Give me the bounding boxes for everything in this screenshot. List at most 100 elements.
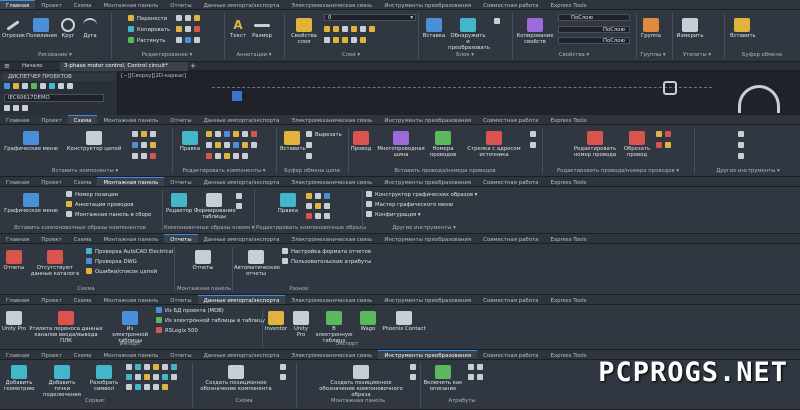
home-tab[interactable]: Начало [22,63,43,70]
other-tools[interactable] [738,153,747,161]
tab-project[interactable]: Проект [35,1,68,9]
rslogix-button[interactable]: RSLogix 500 [156,327,198,335]
symbol-builder-button[interactable]: Конструктор графических образов ▾ [366,191,477,199]
icon-menu-wizard-button[interactable]: Мастер графического меню [366,201,453,209]
balloon-button[interactable]: Номер позиции [66,191,118,199]
edit-component-tools[interactable] [206,153,251,161]
inventor-export-button[interactable]: Inventor [264,311,288,332]
paste-circuit-button[interactable]: Вставить [280,131,306,152]
panel-tools[interactable] [410,364,419,372]
create-component-tag-button[interactable]: Создать позиционное обозначение компонен… [196,365,276,392]
project-tree-tools[interactable] [4,105,31,113]
unity-pro-export-button[interactable]: Unity Pro [290,311,312,338]
tab-home[interactable]: Главная [0,0,36,9]
tab-electromech[interactable]: Электромеханическая связь [285,1,378,9]
other-tools[interactable] [738,142,747,150]
service-tools[interactable] [126,364,180,372]
missing-catalog-button[interactable]: Отсутствуют данные каталога [28,250,82,277]
panel-assembly-button[interactable]: Монтажная панель в сборе [66,211,151,219]
terminal-tools[interactable] [236,193,245,201]
tab-panel[interactable]: Монтажная панель [97,1,164,9]
tab-import-export[interactable]: Данные импорта/экспорта [198,1,286,9]
block-tools[interactable] [494,18,503,26]
from-project-db-button[interactable]: Из БД проекта (MDB) [156,307,224,315]
unity-pro-import-button[interactable]: Unity Pro [2,311,26,332]
add-connection-points-button[interactable]: Добавить точки подключения [40,365,84,398]
to-spreadsheet-button[interactable]: В электронную таблицу [314,311,354,344]
wire-edit-tools[interactable] [656,131,674,139]
electrical-audit-button[interactable]: Проверка AutoCAD Electrical [86,248,173,256]
tab-reports[interactable]: Отчеты [164,234,198,243]
footprint-tools[interactable] [306,193,333,201]
footprint-tools[interactable] [306,203,333,211]
wire-button[interactable]: Провод [350,131,372,152]
dimension-button[interactable]: Размер [250,18,274,39]
detect-convert-button[interactable]: Обнаружить и преобразовать [448,18,490,51]
project-toolbar[interactable] [4,83,76,91]
tab-schematic[interactable]: Схема [68,1,98,9]
report-format-setup-button[interactable]: Настройка формата отчетов [282,248,371,256]
edit-footprint-button[interactable]: Правка [276,193,300,214]
group-button[interactable]: Группа [638,18,664,39]
measure-button[interactable]: Измерить [676,18,704,39]
tab-conversion[interactable]: Инструменты преобразования [378,1,477,9]
tab-schematic[interactable]: Схема [67,115,98,124]
move-button[interactable]: Перенести [128,15,167,23]
schematic-tools[interactable] [280,364,289,372]
paste-button[interactable]: Вставить [730,18,756,39]
modify-tools[interactable] [176,15,203,23]
phoenix-contact-button[interactable]: Phoenix Contact [382,311,426,332]
circle-button[interactable]: Круг [58,18,78,39]
project-dropdown[interactable]: IEC60617DEMO [4,94,104,102]
source-arrow-button[interactable]: Стрелка с адресом источника [464,131,524,158]
clipboard-tools[interactable] [306,153,315,161]
modify-tools[interactable] [176,26,203,34]
line-button[interactable]: Отрезок [2,18,25,39]
modify-tools[interactable] [176,37,203,45]
circuit-builder-button[interactable]: Конструктор цепей [62,131,126,152]
multi-wire-bus-button[interactable]: Многопроводная шина [376,131,426,158]
stretch-button[interactable]: Растянуть [128,37,165,45]
icon-menu-button[interactable]: Графические меню [4,131,58,152]
tab-panel[interactable]: Монтажная панель [97,177,165,186]
component-tools[interactable] [132,131,159,139]
tab-reports[interactable]: Отчеты [164,1,197,9]
plc-io-utility-button[interactable]: Утилита переноса данных каналов ввода/вы… [28,311,104,344]
insert-block-button[interactable]: Вставка [422,18,446,39]
tab-express[interactable]: Express Tools [544,1,592,9]
edit-component-tools[interactable] [206,142,260,150]
component-tools[interactable] [132,153,159,161]
wire-tools[interactable] [530,142,539,150]
attribute-tools[interactable] [468,364,486,372]
arc-button[interactable]: Дуга [80,18,100,39]
viewcube-icon[interactable] [738,85,780,113]
viewport-controls[interactable]: [−][Сверху][2D-каркас] [121,73,186,80]
dwg-audit-button[interactable]: Проверка DWG [86,258,137,266]
configuration-button[interactable]: Конфигурация ▾ [366,211,421,219]
panel-reports-button[interactable]: Отчеты [190,250,216,271]
menu-icon[interactable]: ≡ [4,63,10,70]
cut-button[interactable]: Вырезать [306,131,342,139]
edit-component-button[interactable]: Правка [178,131,202,152]
tab-import-export[interactable]: Данные импорта/экспорта [197,295,286,304]
drawing-tab[interactable]: 3-phase motor control, Control circuit* [60,62,188,71]
wire-numbers-button[interactable]: Номера проводов [428,131,458,158]
match-properties-button[interactable]: Копирование свойств [516,18,554,45]
spreadsheet-to-table-button[interactable]: Из электронной таблицы в таблицу [156,317,265,325]
layer-dropdown[interactable]: 0 ▾ [324,14,416,21]
layer-properties-button[interactable]: Свойства слоя [290,18,318,45]
lineweight-dropdown[interactable]: ПоСлою [558,26,630,33]
from-spreadsheet-button[interactable]: Из электронной таблицы [108,311,152,344]
edit-wire-number-button[interactable]: Редактировать номер провода [570,131,620,158]
service-tools[interactable] [126,384,171,392]
layer-tools[interactable] [324,37,369,45]
table-generator-button[interactable]: Формирование таблицы [194,193,236,220]
panel-tools[interactable] [410,374,419,382]
other-tools[interactable] [738,131,747,139]
color-dropdown[interactable]: ПоСлою [558,14,630,21]
footprint-tools[interactable] [306,213,333,221]
tab-collab[interactable]: Совместная работа [477,1,544,9]
clipboard-tools[interactable] [306,142,315,150]
layer-tools[interactable] [324,26,378,34]
terminal-editor-button[interactable]: Редактор [166,193,192,214]
